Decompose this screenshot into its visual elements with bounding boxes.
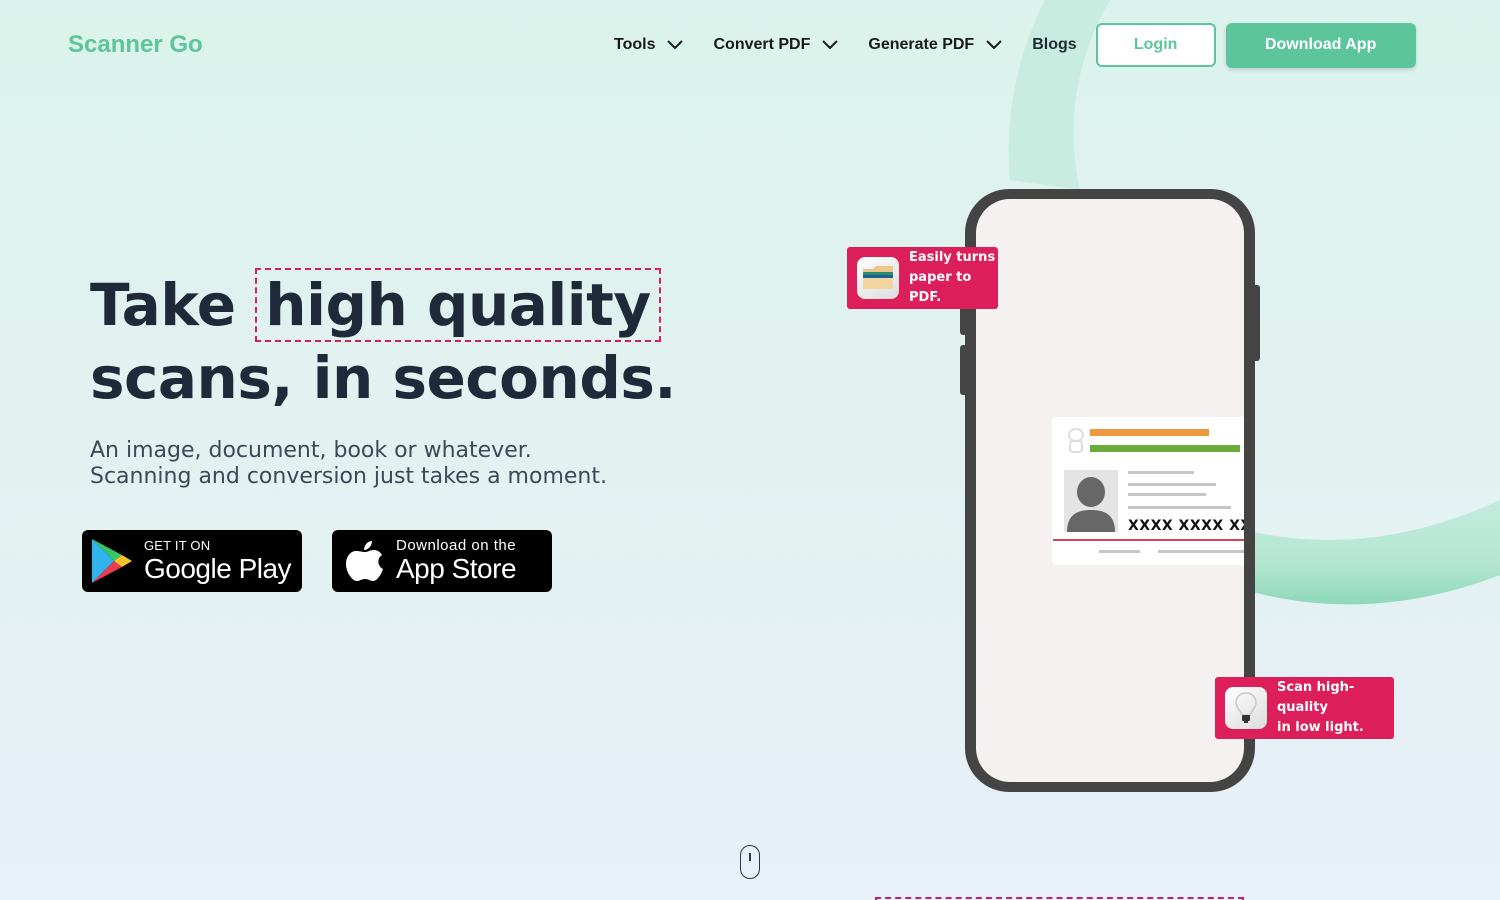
phone-mockup: XXXX XXXX XXXX (965, 189, 1255, 792)
feature-callout-low-light: Scan high-quality in low light. (1215, 677, 1394, 739)
hero-title-prefix: Take (90, 271, 236, 339)
phone-screen: XXXX XXXX XXXX (976, 199, 1244, 782)
feature-callout-paper-to-pdf: Easily turns paper to PDF. (847, 247, 998, 309)
id-line (1128, 471, 1194, 474)
nav-generate-pdf[interactable]: Generate PDF (868, 36, 1002, 54)
id-card: XXXX XXXX XXXX (1052, 417, 1244, 565)
download-app-button[interactable]: Download App (1225, 22, 1416, 68)
callout-text: Easily turns paper to PDF. (909, 250, 996, 305)
scroll-down-indicator[interactable] (740, 845, 760, 879)
id-line (1128, 483, 1216, 486)
nav-generate-pdf-label: Generate PDF (868, 36, 975, 53)
callout-text: Scan high-quality in low light. (1277, 680, 1364, 735)
hero-subtitle-line1: An image, document, book or whatever. (90, 438, 532, 463)
nav-convert-pdf-label: Convert PDF (713, 36, 811, 53)
id-stripe-green (1090, 445, 1240, 452)
nav-tools[interactable]: Tools (614, 36, 684, 54)
nav-blogs[interactable]: Blogs (1032, 36, 1076, 54)
hero-title: Take high quality scans, in seconds. (90, 268, 676, 414)
emblem-icon (1068, 428, 1084, 453)
main-nav: Tools Convert PDF Generate PDF Blogs Log… (614, 22, 1416, 68)
mouse-wheel-icon (749, 853, 751, 861)
login-button[interactable]: Login (1095, 23, 1216, 67)
apple-badge-big: App Store (396, 553, 517, 584)
hero-title-highlight: high quality (255, 268, 661, 342)
chevron-down-icon (667, 40, 684, 50)
google-badge-small: GET IT ON (144, 538, 211, 553)
google-play-icon (92, 539, 132, 583)
google-play-badge[interactable]: GET IT ON Google Play (82, 530, 302, 592)
chevron-down-icon (822, 40, 839, 50)
id-number: XXXX XXXX XXXX (1128, 518, 1244, 534)
id-line (1099, 550, 1140, 553)
nav-blogs-label: Blogs (1032, 36, 1077, 53)
nav-tools-label: Tools (614, 36, 656, 53)
logo[interactable]: Scanner Go (68, 31, 203, 59)
apple-badge-small: Download on the (396, 537, 517, 554)
lightbulb-icon (1225, 687, 1267, 729)
id-line (1158, 550, 1244, 553)
folder-icon (857, 257, 899, 299)
apple-icon (346, 541, 383, 581)
google-badge-big: Google Play (144, 553, 292, 584)
app-store-badge[interactable]: Download on the App Store (332, 530, 552, 592)
hero-title-line2: scans, in seconds. (90, 344, 676, 412)
id-line (1128, 506, 1231, 509)
hero-subtitle-line2: Scanning and conversion just takes a mom… (90, 464, 607, 489)
hero-subtitle: An image, document, book or whatever. Sc… (90, 438, 607, 490)
person-icon (1067, 477, 1115, 532)
id-photo (1064, 470, 1118, 532)
id-red-line (1053, 539, 1244, 541)
id-line (1128, 493, 1206, 496)
nav-convert-pdf[interactable]: Convert PDF (713, 36, 839, 54)
chevron-down-icon (986, 40, 1002, 50)
id-stripe-orange (1090, 429, 1209, 436)
